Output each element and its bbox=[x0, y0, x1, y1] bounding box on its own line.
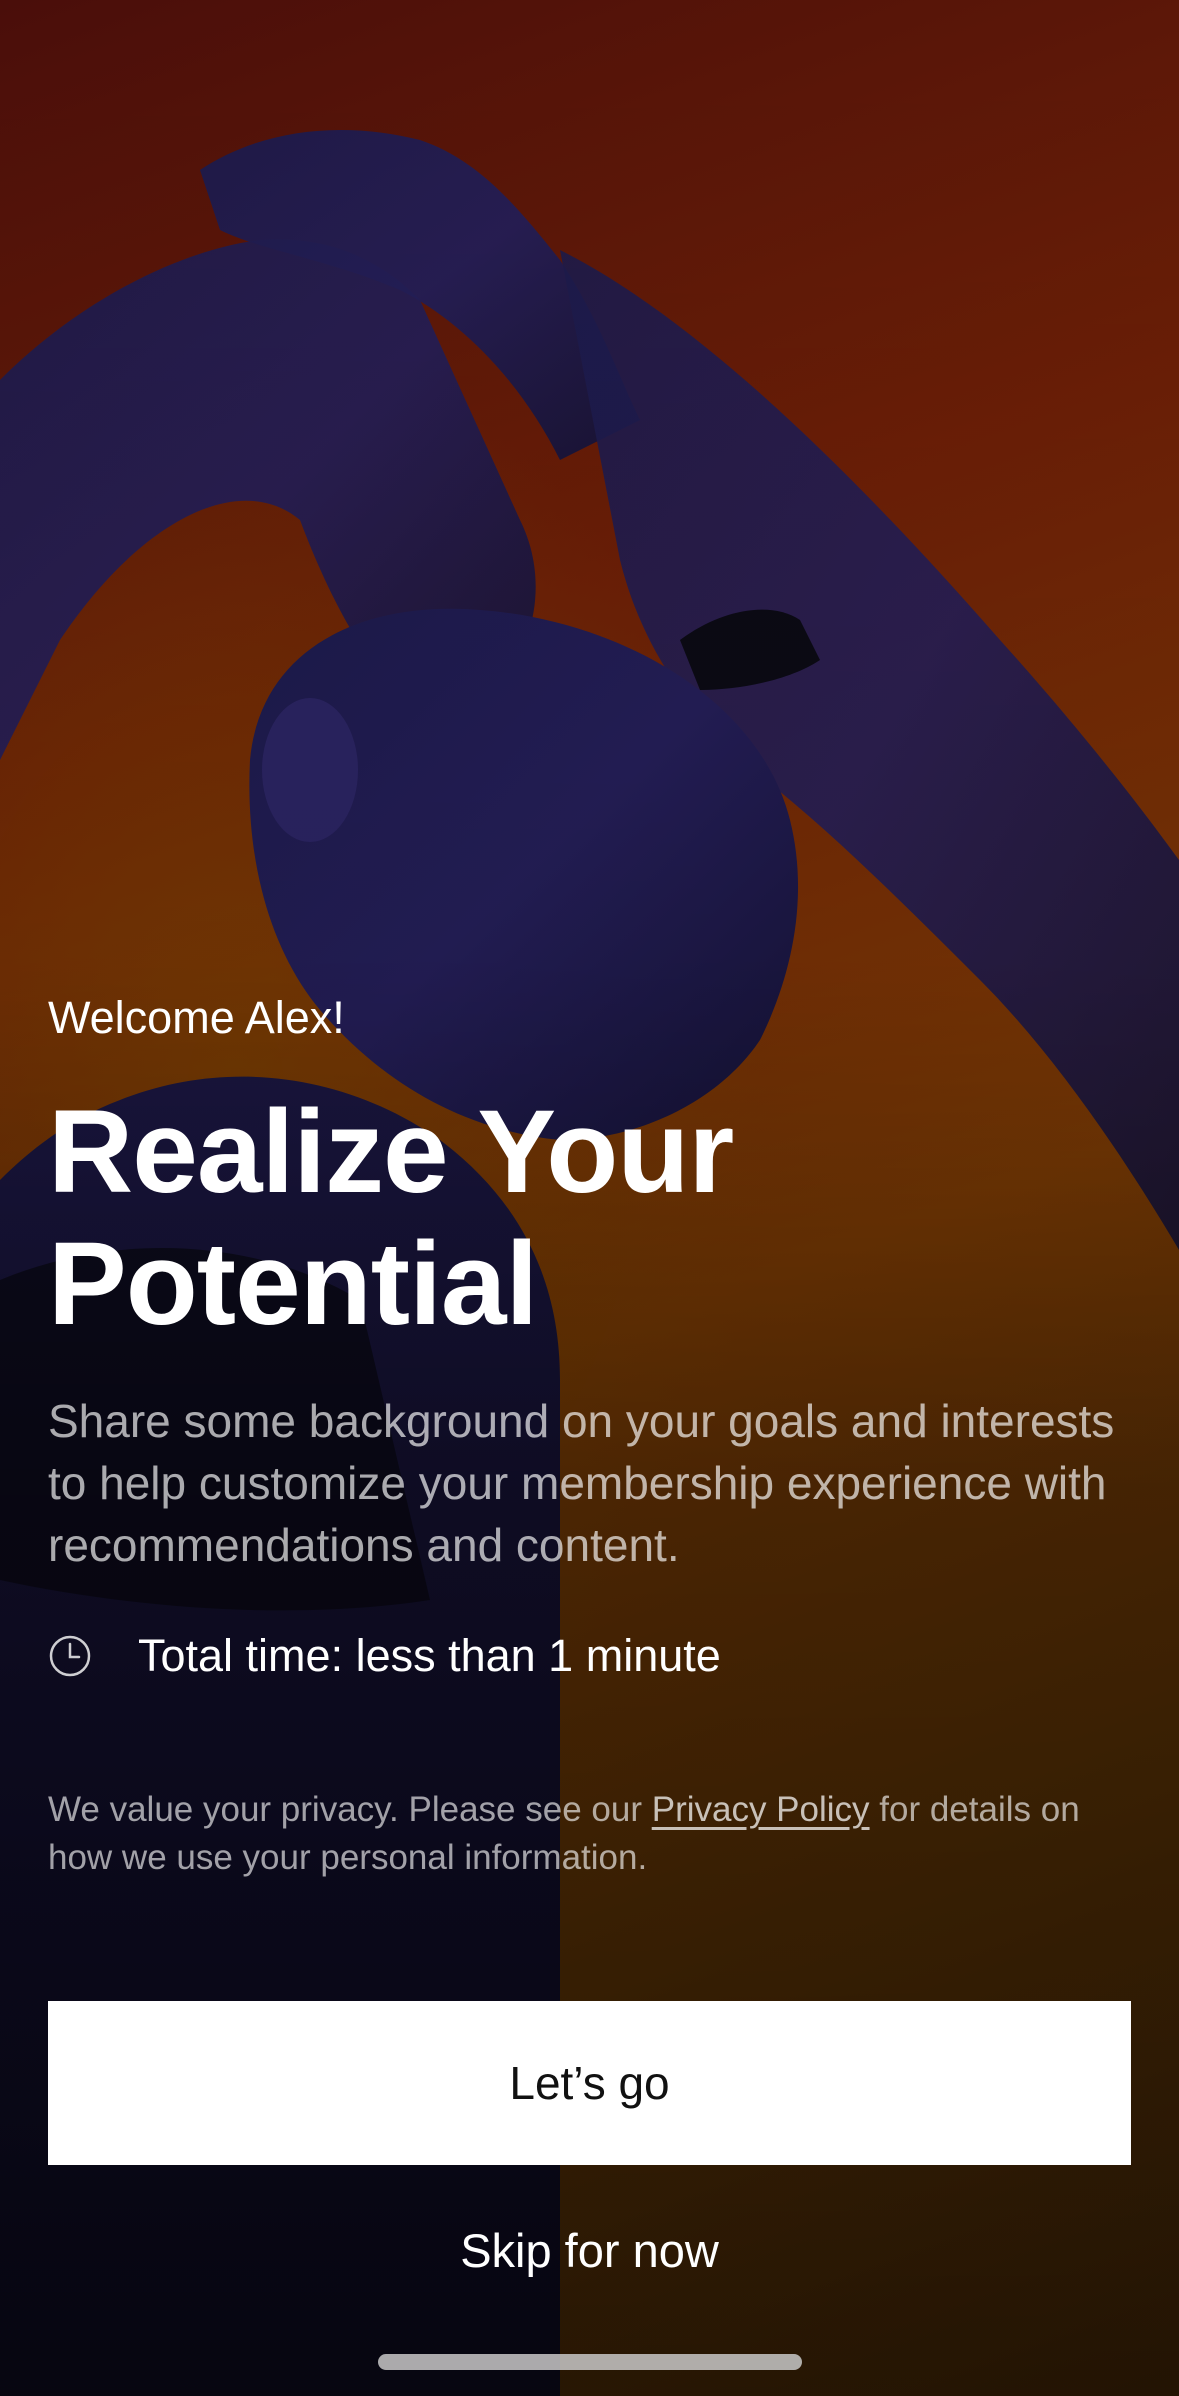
clock-icon bbox=[49, 1635, 91, 1677]
skip-for-now-button[interactable]: Skip for now bbox=[48, 2210, 1131, 2290]
privacy-policy-link[interactable]: Privacy Policy bbox=[652, 1790, 870, 1829]
onboarding-content: Welcome Alex! Realize Your Potential Sha… bbox=[48, 990, 1131, 1882]
privacy-prefix: We value your privacy. Please see our bbox=[48, 1790, 652, 1829]
welcome-text: Welcome Alex! bbox=[48, 992, 345, 1043]
title-line-2: Potential bbox=[48, 1218, 538, 1350]
lets-go-button[interactable]: Let’s go bbox=[48, 2001, 1131, 2165]
total-time-text: Total time: less than 1 minute bbox=[138, 1630, 721, 1681]
title-line-1: Realize Your bbox=[48, 1086, 734, 1218]
privacy-notice: We value your privacy. Please see our Pr… bbox=[48, 1786, 1131, 1882]
home-indicator[interactable] bbox=[378, 2354, 802, 2370]
total-time-row: Total time: less than 1 minute bbox=[48, 1626, 1131, 1686]
page-title: Realize Your Potential bbox=[48, 1086, 1131, 1350]
description-text: Share some background on your goals and … bbox=[48, 1395, 1115, 1571]
onboarding-screen: Welcome Alex! Realize Your Potential Sha… bbox=[0, 0, 1179, 2396]
